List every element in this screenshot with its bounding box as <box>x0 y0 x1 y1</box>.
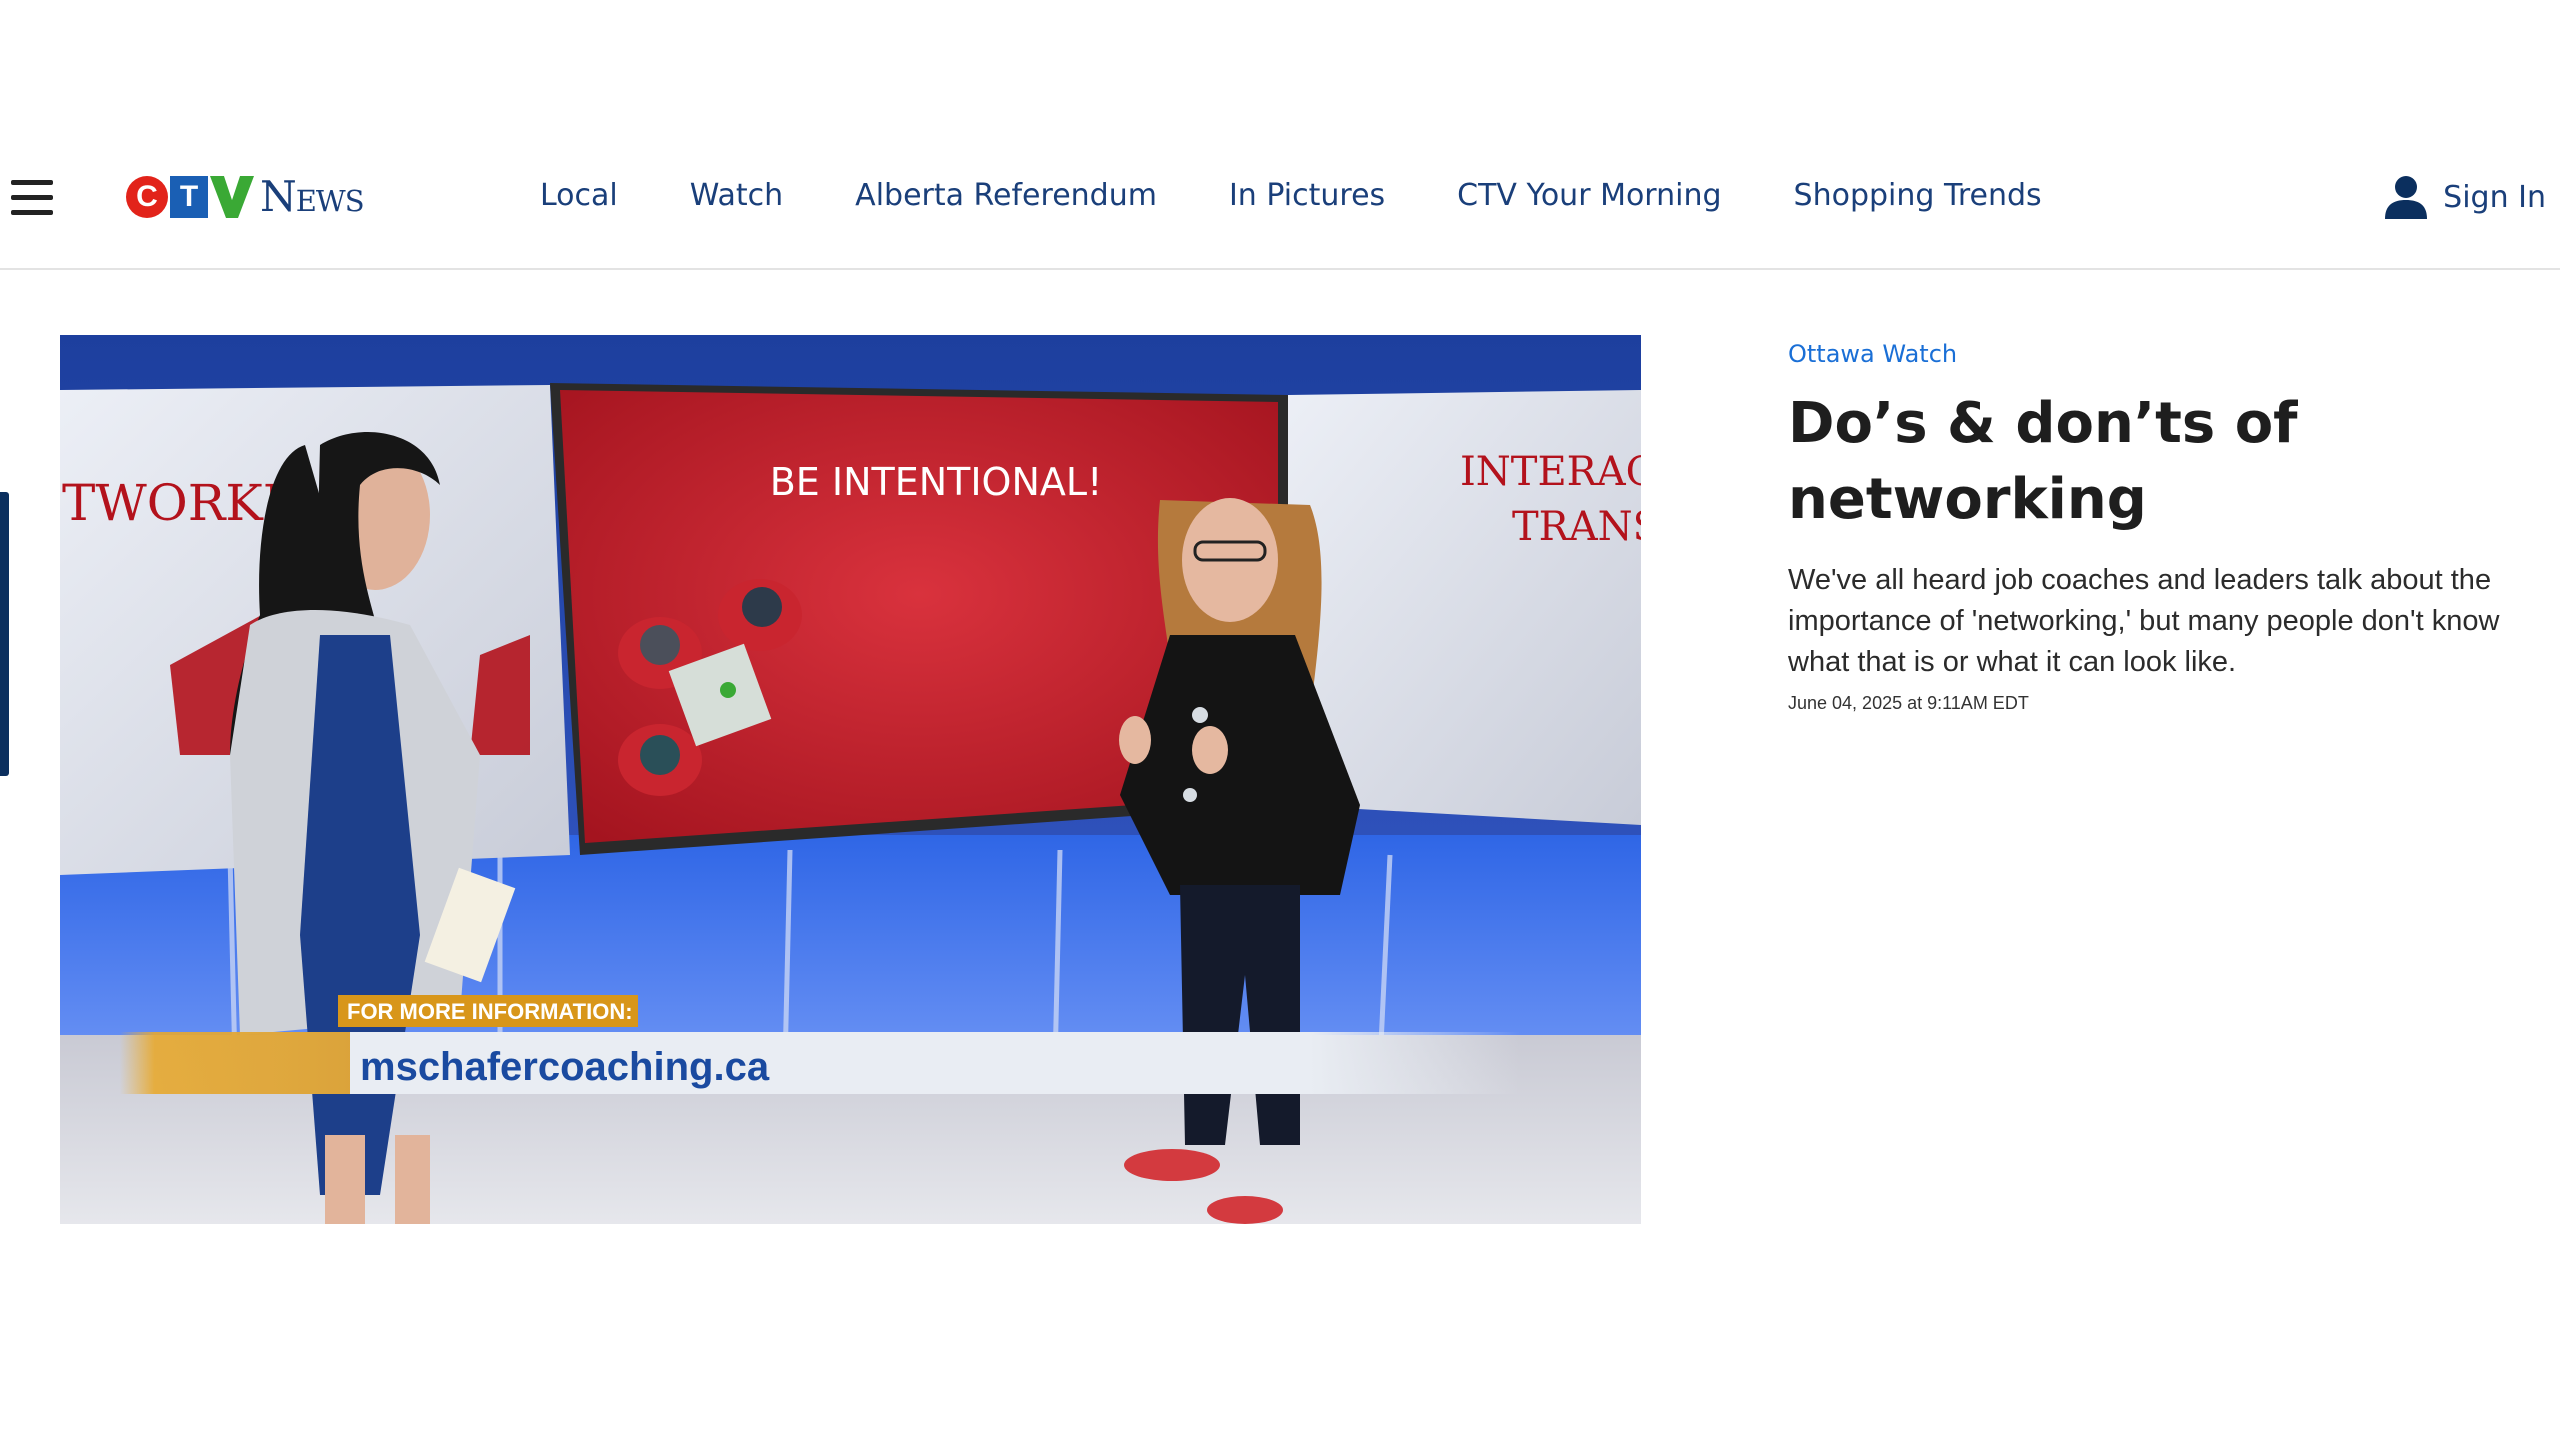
ctv-logo-t: T <box>170 176 208 218</box>
nav-link-watch[interactable]: Watch <box>690 178 783 213</box>
sign-in-button[interactable]: Sign In <box>2383 174 2546 220</box>
screen-right-text-2: TRANS <box>1512 504 1641 550</box>
ctv-logo-c: C <box>126 176 168 218</box>
site-header: C T News Local Watch Alberta Referendum … <box>0 118 2560 270</box>
nav-link-alberta-referendum[interactable]: Alberta Referendum <box>855 178 1157 213</box>
logo-news-wordmark: News <box>260 172 365 221</box>
nav-link-ctv-your-morning[interactable]: CTV Your Morning <box>1457 178 1721 213</box>
screen-right-text-1: INTERAC <box>1460 449 1641 495</box>
video-player[interactable]: TWORKI BE INTENTIONAL! INTERAC TRANS <box>60 335 1641 1224</box>
screen-center-text: BE INTENTIONAL! <box>770 460 1103 504</box>
nav-link-in-pictures[interactable]: In Pictures <box>1229 178 1385 213</box>
main-nav: Local Watch Alberta Referendum In Pictur… <box>540 178 2042 213</box>
lower-third-label: FOR MORE INFORMATION: <box>347 999 633 1024</box>
nav-link-local[interactable]: Local <box>540 178 618 213</box>
side-panel-tab[interactable] <box>0 492 9 776</box>
sign-in-label: Sign In <box>2443 179 2546 215</box>
ctv-logo-v <box>210 176 254 218</box>
article-headline[interactable]: Do’s & don’ts of networking <box>1788 386 2548 538</box>
article-dateline: June 04, 2025 at 9:11AM EDT <box>1788 693 2029 713</box>
section-link-ottawa-watch[interactable]: Ottawa Watch <box>1788 340 1957 368</box>
user-icon <box>2385 176 2428 219</box>
ctv-news-logo[interactable]: C T News <box>126 172 365 221</box>
ctv-logo-mark: C T <box>126 176 254 218</box>
page: C T News Local Watch Alberta Referendum … <box>0 0 2560 1440</box>
screen-left-text: TWORKI <box>62 474 282 532</box>
video-frame: TWORKI BE INTENTIONAL! INTERAC TRANS <box>60 335 1641 1224</box>
hamburger-menu-icon[interactable] <box>11 180 53 216</box>
article-summary-text: We've all heard job coaches and leaders … <box>1788 564 2500 678</box>
article-summary: Ottawa Watch Do’s & don’ts of networking… <box>1788 334 2548 714</box>
nav-link-shopping-trends[interactable]: Shopping Trends <box>1794 178 2042 213</box>
lower-third-url: mschafercoaching.ca <box>360 1045 770 1089</box>
